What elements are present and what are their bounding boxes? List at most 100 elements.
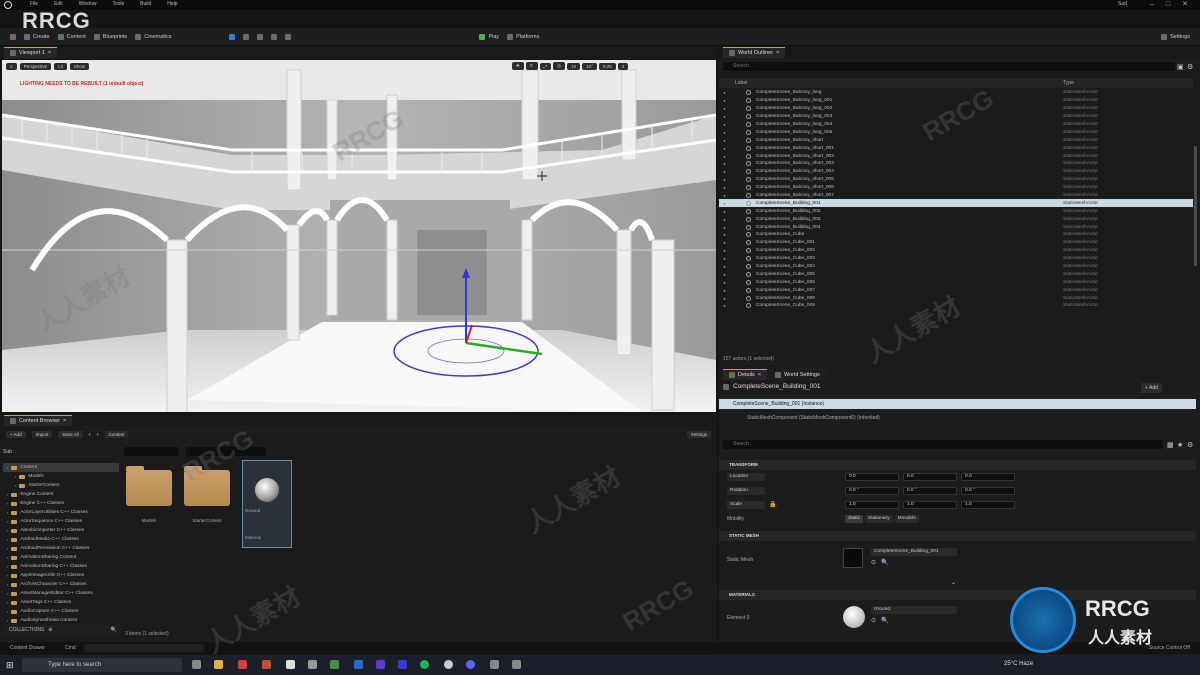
app-icon[interactable] [262, 660, 271, 669]
outliner-row[interactable]: ● CompleteScene_Building_002 StaticMeshAct… [719, 207, 1193, 215]
outliner-row[interactable]: ● CompleteScene_Cube StaticMeshActor [719, 231, 1193, 239]
content-tree-item[interactable]: › AnimationSharing C++ Classes [3, 562, 119, 571]
chevron-right-icon[interactable]: › [7, 492, 8, 497]
content-tree-item[interactable]: › AudioCapture C++ Classes [3, 607, 119, 616]
tab-world-outliner[interactable]: World Outliner × [723, 47, 786, 58]
visibility-eye-icon[interactable]: ● [722, 193, 727, 198]
content-tree-item[interactable]: › Engine C++ Classes [3, 499, 119, 508]
show-button[interactable]: Show [69, 63, 90, 70]
outliner-row[interactable]: ● CompleteScene_Balcony_short StaticMeshAc… [719, 136, 1193, 144]
viewport-menu-button[interactable]: ≡ [6, 63, 17, 70]
search-icon[interactable]: 🔍 [111, 627, 117, 633]
location-x-field[interactable]: 0.0 [845, 473, 899, 481]
chevron-right-icon[interactable]: › [7, 501, 8, 506]
task-view-icon[interactable] [192, 660, 201, 669]
menu-edit[interactable]: Edit [54, 1, 63, 7]
rotation-dropdown[interactable]: Rotation [727, 487, 765, 495]
visibility-eye-icon[interactable]: ● [722, 106, 727, 111]
visibility-eye-icon[interactable]: ● [722, 256, 727, 261]
visibility-eye-icon[interactable]: ● [722, 177, 727, 182]
visibility-eye-icon[interactable]: ● [722, 185, 727, 190]
menu-window[interactable]: Window [79, 1, 97, 7]
premiere-icon[interactable] [376, 660, 385, 669]
outliner-row[interactable]: ● CompleteScene_Balcony_short_004 StaticMe… [719, 168, 1193, 176]
paint-mode-button[interactable] [267, 31, 281, 43]
camera-speed-value[interactable]: 4 [617, 62, 629, 70]
grid-view-icon[interactable]: ▦ [1167, 441, 1174, 449]
chevron-right-icon[interactable]: › [7, 465, 8, 470]
close-tab-icon[interactable]: × [63, 418, 66, 424]
rotation-z-field[interactable]: 0.0 ° [961, 487, 1015, 495]
outliner-row[interactable]: ● CompleteScene_Balcony_short_007 StaticMe… [719, 192, 1193, 200]
search-icon[interactable]: 🔍 [881, 559, 888, 566]
rotation-snap-value[interactable]: 10° [582, 62, 597, 70]
chevron-right-icon[interactable]: › [7, 546, 8, 551]
visibility-eye-icon[interactable]: ● [722, 225, 727, 230]
outliner-row[interactable]: ● CompleteScene_Cube_002 StaticMeshActor [719, 247, 1193, 255]
weather-widget[interactable]: 25°C Haze [1004, 661, 1033, 667]
chevron-right-icon[interactable]: › [7, 519, 8, 524]
play-button[interactable]: Play [475, 31, 503, 43]
content-tree-item[interactable]: › AssetTags C++ Classes [3, 598, 119, 607]
visibility-eye-icon[interactable]: ● [722, 217, 727, 222]
level-viewport[interactable] [2, 60, 716, 412]
menu-help[interactable]: Help [167, 1, 177, 7]
chevron-right-icon[interactable]: › [15, 483, 16, 488]
photoshop-icon[interactable] [354, 660, 363, 669]
outliner-row[interactable]: ● CompleteScene_Cube_001 StaticMeshActor [719, 239, 1193, 247]
close-icon[interactable]: ✕ [1182, 0, 1188, 8]
maximize-icon[interactable]: □ [1166, 1, 1170, 8]
lock-icon[interactable]: 🔒 [769, 501, 776, 508]
visibility-eye-icon[interactable]: ● [722, 272, 727, 277]
chevron-down-icon[interactable]: ⌄ [951, 579, 956, 586]
mobility-static[interactable]: Static [845, 515, 863, 523]
visibility-eye-icon[interactable]: ● [722, 130, 727, 135]
visibility-eye-icon[interactable]: ● [722, 248, 727, 253]
visibility-eye-icon[interactable]: ● [722, 280, 727, 285]
close-tab-icon[interactable]: × [48, 50, 51, 56]
add-button[interactable]: + Add [6, 431, 26, 438]
transform-section-header[interactable]: TRANSFORM [719, 460, 1196, 470]
visibility-eye-icon[interactable]: ● [722, 90, 727, 95]
content-tree-item[interactable]: › AndroidMedia C++ Classes [3, 535, 119, 544]
chevron-right-icon[interactable]: › [7, 573, 8, 578]
discord-icon[interactable] [466, 660, 475, 669]
content-tree-item[interactable]: › AssetManagerEditor C++ Classes [3, 589, 119, 598]
visibility-eye-icon[interactable]: ● [722, 154, 727, 159]
content-tree-item[interactable]: › AlembicImporter C++ Classes [3, 526, 119, 535]
content-tree-item[interactable]: › AndroidPermission C++ Classes [3, 544, 119, 553]
visibility-eye-icon[interactable]: ● [722, 240, 727, 245]
source-control-status[interactable]: Source Control Off [1149, 645, 1190, 651]
rotation-x-field[interactable]: 0.0 ° [845, 487, 899, 495]
collections-header[interactable]: COLLECTIONS ⊕ 🔍 [3, 625, 121, 635]
tab-viewport[interactable]: Viewport 1 × [4, 47, 58, 58]
component-row[interactable]: StaticMeshComponent (StaticMeshComponent… [747, 415, 880, 421]
visibility-eye-icon[interactable]: ● [722, 303, 727, 308]
content-tree-item[interactable]: › StarterContent [3, 481, 119, 490]
content-button[interactable]: Content [54, 31, 90, 43]
visibility-eye-icon[interactable]: ● [722, 288, 727, 293]
outliner-scrollbar[interactable] [1194, 146, 1197, 266]
cinematics-button[interactable]: Cinematics [131, 31, 175, 43]
app-icon[interactable] [490, 660, 499, 669]
material-picker[interactable]: Ground [871, 606, 957, 614]
browse-icon[interactable]: ⊙ [871, 559, 876, 566]
save-all-button[interactable]: Save All [58, 431, 83, 438]
outliner-row[interactable]: ● CompleteScene_Cube_006 StaticMeshActor [719, 278, 1193, 286]
visibility-eye-icon[interactable]: ● [722, 146, 727, 151]
tab-world-settings[interactable]: World Settings [769, 369, 826, 380]
outliner-row[interactable]: ● CompleteScene_Balcony_short_005 StaticMe… [719, 176, 1193, 184]
material-thumbnail[interactable] [843, 606, 865, 628]
mobility-movable[interactable]: Movable [894, 515, 919, 523]
outliner-row[interactable]: ● CompleteScene_Building_003 StaticMeshAct… [719, 215, 1193, 223]
content-tree-item[interactable]: › ArchVisCharacter C++ Classes [3, 580, 119, 589]
perspective-button[interactable]: Perspective [19, 63, 52, 70]
history-back-icon[interactable]: ‹ [89, 432, 91, 438]
chevron-right-icon[interactable]: › [7, 618, 8, 623]
location-z-field[interactable]: 0.0 [961, 473, 1015, 481]
app-icon[interactable] [308, 660, 317, 669]
app-icon[interactable] [330, 660, 339, 669]
outliner-row[interactable]: ● CompleteScene_Balcony_long StaticMeshAct… [719, 89, 1193, 97]
tab-content-browser[interactable]: Content Browser × [4, 415, 73, 426]
chevron-right-icon[interactable]: › [15, 474, 16, 479]
